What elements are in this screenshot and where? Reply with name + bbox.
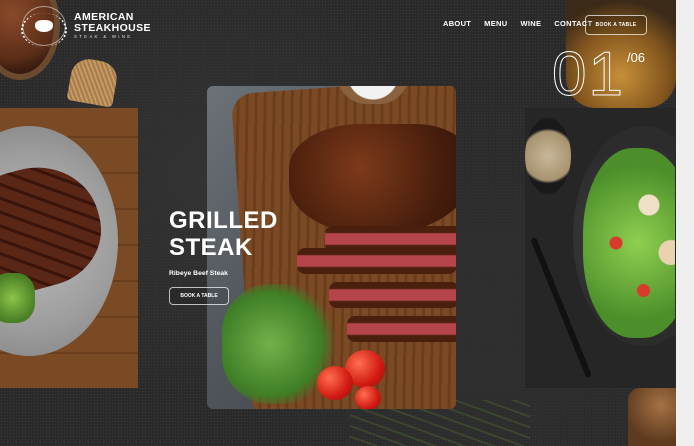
steak-slice xyxy=(329,282,456,308)
cherry-tomato xyxy=(317,366,353,400)
slide-counter-total: /06 xyxy=(626,50,646,65)
bull-crest-icon xyxy=(21,6,67,47)
slide-counter-current: 01 xyxy=(552,40,625,109)
slide-counter: 01 /06 xyxy=(552,40,646,109)
steak-slice xyxy=(347,316,456,342)
nav-link-about[interactable]: ABOUT xyxy=(443,19,471,28)
lettuce-garnish xyxy=(0,273,35,323)
brand-name-line2: STEAKHOUSE xyxy=(74,21,151,34)
brand-logo[interactable]: AMERICAN STEAKHOUSE STEAK & WINE xyxy=(21,6,151,47)
brand-tagline: STEAK & WINE xyxy=(74,34,133,40)
steak-photo xyxy=(289,124,456,234)
slide-image-previous[interactable] xyxy=(0,108,138,388)
book-table-button-header[interactable]: BOOK A TABLE xyxy=(585,15,647,35)
chicken-salad-photo xyxy=(583,148,675,338)
slide-image-next[interactable] xyxy=(525,108,675,388)
hero-title-line1: GRILLED xyxy=(169,207,278,234)
cherry-tomato xyxy=(355,386,381,409)
steak-slice xyxy=(297,248,456,274)
hero-subtitle: Ribeye Beef Steak xyxy=(169,270,228,277)
grain-bowl xyxy=(525,118,571,194)
hero-title: GRILLED STEAK xyxy=(169,207,278,262)
main-nav: ABOUT MENU WINE CONTACT xyxy=(443,19,592,28)
book-table-button-hero[interactable]: BOOK A TABLE xyxy=(169,287,229,305)
nav-link-wine[interactable]: WINE xyxy=(520,19,541,28)
decor-brush xyxy=(66,56,120,108)
page-scrollbar[interactable] xyxy=(676,0,694,446)
hero-title-line2: STEAK xyxy=(169,233,253,261)
nav-link-menu[interactable]: MENU xyxy=(484,19,507,28)
